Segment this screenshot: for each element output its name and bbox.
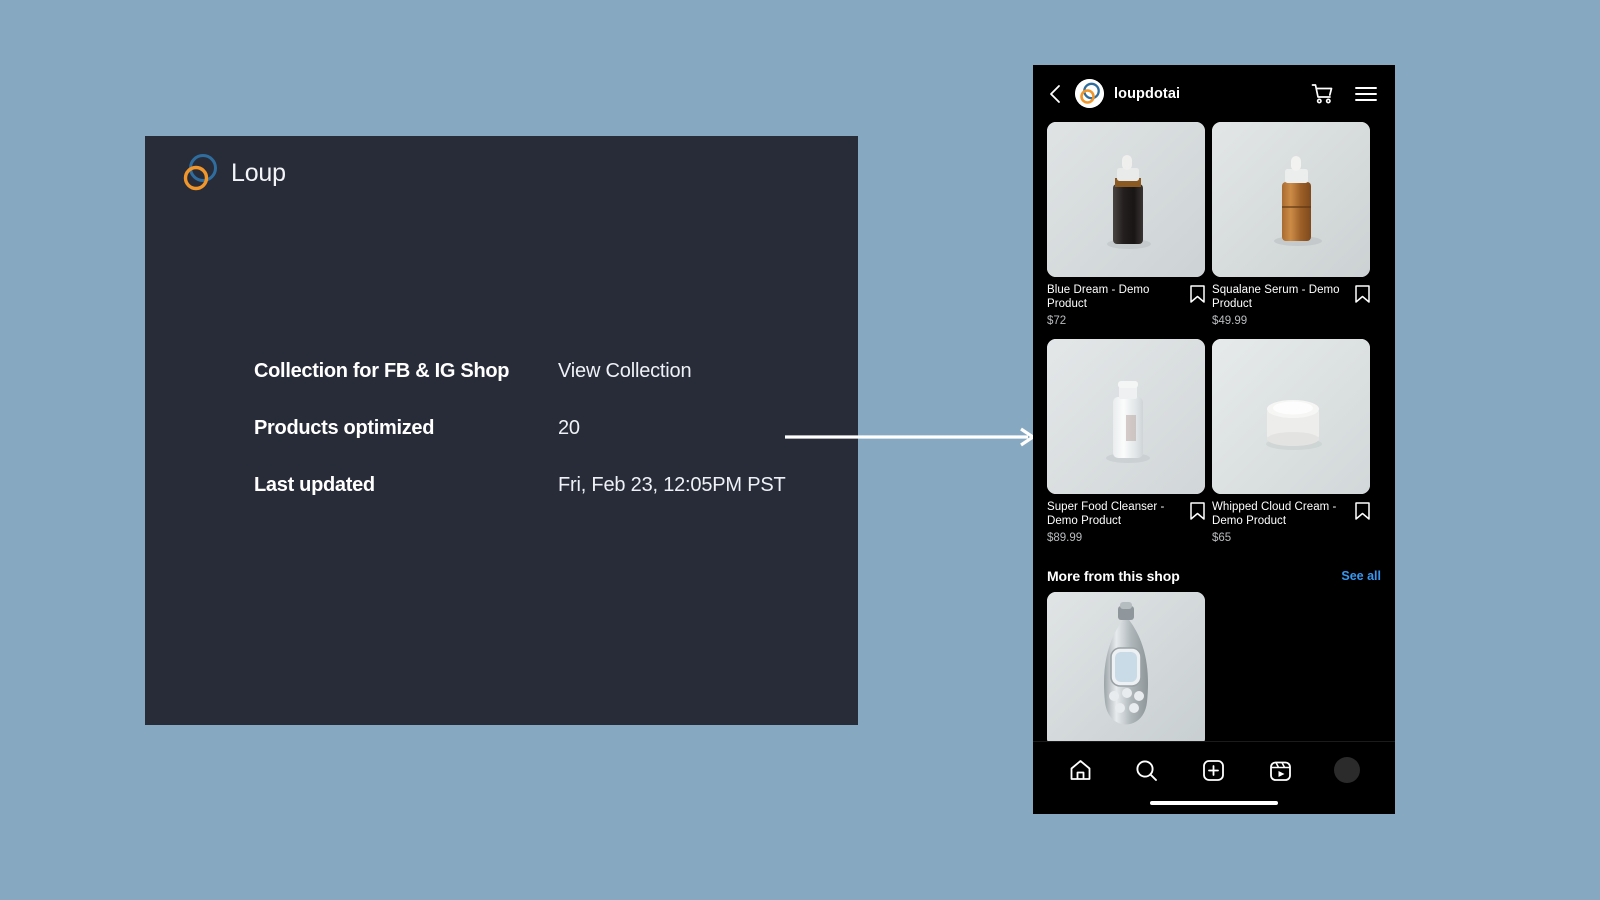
profile-avatar-icon[interactable] [1334,757,1360,783]
section-title: More from this shop [1047,568,1341,584]
product-name: Blue Dream - Demo Product [1047,284,1184,311]
product-meta: Squalane Serum - Demo Product $49.99 [1212,284,1370,329]
product-price: $72 [1047,314,1184,329]
tab-profile[interactable] [1334,757,1360,783]
product-text: Squalane Serum - Demo Product $49.99 [1212,284,1355,329]
tab-home[interactable] [1068,758,1093,783]
home-indicator-bar [1150,801,1278,805]
tab-create[interactable] [1201,758,1226,783]
brand-name: Loup [231,159,286,188]
tab-search[interactable] [1134,758,1159,783]
stat-row: Products optimized 20 [254,415,814,441]
product-name: Whipped Cloud Cream - Demo Product [1212,501,1349,528]
dark-dropper-bottle-image[interactable] [1047,122,1205,277]
stat-label: Products optimized [254,415,558,441]
tab-reels[interactable] [1268,758,1293,783]
stats-list: Collection for FB & IG Shop View Collect… [254,358,814,498]
loup-rings-logo-icon [181,152,219,194]
bookmark-icon[interactable] [1355,285,1370,308]
silver-beauty-device-image[interactable] [1047,592,1205,747]
product-card[interactable]: Squalane Serum - Demo Product $49.99 [1212,122,1370,329]
instagram-shop-header: loupdotai [1033,65,1395,122]
clear-glass-bottle-image[interactable] [1047,339,1205,494]
more-from-shop-header: More from this shop See all [1033,556,1395,592]
bookmark-icon[interactable] [1190,285,1205,308]
product-text: Whipped Cloud Cream - Demo Product $65 [1212,501,1355,546]
brand: Loup [181,152,286,194]
stat-label: Collection for FB & IG Shop [254,358,558,384]
product-meta: Blue Dream - Demo Product $72 [1047,284,1205,329]
stat-value-last-updated: Fri, Feb 23, 12:05PM PST [558,472,786,498]
product-card[interactable]: Blue Dream - Demo Product $72 [1047,122,1205,329]
shopping-cart-icon[interactable] [1310,82,1334,106]
see-all-link[interactable]: See all [1341,569,1381,583]
stat-value-products-optimized: 20 [558,415,580,441]
shop-username[interactable]: loupdotai [1114,86,1310,102]
phone-mockup: loupdotai [1033,65,1395,814]
hamburger-menu-icon[interactable] [1354,82,1378,106]
product-text: Blue Dream - Demo Product $72 [1047,284,1190,329]
chevron-left-icon[interactable] [1043,81,1069,107]
product-card[interactable]: Whipped Cloud Cream - Demo Product $65 [1212,339,1370,546]
bookmark-icon[interactable] [1190,502,1205,525]
product-meta: Whipped Cloud Cream - Demo Product $65 [1212,501,1370,546]
bookmark-icon[interactable] [1355,502,1370,525]
amber-dropper-bottle-image[interactable] [1212,122,1370,277]
summary-card: Loup Collection for FB & IG Shop View Co… [145,136,858,725]
product-grid: Blue Dream - Demo Product $72 [1033,122,1395,546]
product-grid-row: Blue Dream - Demo Product $72 [1047,122,1381,329]
product-price: $89.99 [1047,531,1184,546]
product-text: Super Food Cleanser - Demo Product $89.9… [1047,501,1190,546]
product-meta: Super Food Cleanser - Demo Product $89.9… [1047,501,1205,546]
product-name: Squalane Serum - Demo Product [1212,284,1349,311]
white-cream-jar-image[interactable] [1212,339,1370,494]
stat-row: Collection for FB & IG Shop View Collect… [254,358,814,384]
more-from-shop-row [1033,592,1395,747]
product-card[interactable]: Super Food Cleanser - Demo Product $89.9… [1047,339,1205,546]
stat-row: Last updated Fri, Feb 23, 12:05PM PST [254,472,814,498]
product-grid-row: Super Food Cleanser - Demo Product $89.9… [1047,339,1381,546]
loupdotai-avatar[interactable] [1075,79,1104,108]
product-price: $49.99 [1212,314,1349,329]
product-name: Super Food Cleanser - Demo Product [1047,501,1184,528]
right-arrow-icon [785,425,1035,449]
stat-label: Last updated [254,472,558,498]
stat-value-view-collection[interactable]: View Collection [558,358,691,384]
product-price: $65 [1212,531,1349,546]
